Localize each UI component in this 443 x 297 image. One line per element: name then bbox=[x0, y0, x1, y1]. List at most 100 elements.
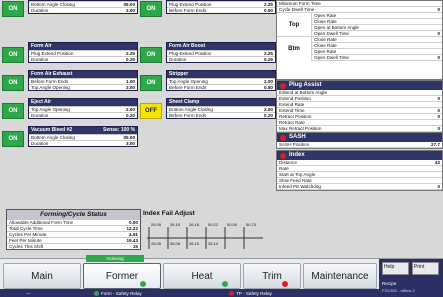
setting-box-title: Stripper bbox=[169, 71, 189, 77]
plug-assist-row-value[interactable]: 0 bbox=[437, 108, 440, 113]
setting-label: Duration bbox=[31, 113, 49, 118]
nav-maintenance-button[interactable]: Maintenance bbox=[303, 263, 377, 289]
status-strip-dash: — bbox=[26, 291, 31, 296]
setting-label: Before Form Ends bbox=[169, 8, 207, 13]
index-fail-bottom-value: 26.14 bbox=[208, 241, 219, 246]
setting-value[interactable]: 0.20 bbox=[126, 113, 135, 118]
setting-value[interactable]: 05.00 bbox=[124, 135, 136, 140]
status-strip bbox=[0, 289, 379, 297]
setting-value[interactable]: 2.00 bbox=[264, 107, 273, 112]
setting-label: Top Angle Opening bbox=[31, 85, 70, 90]
index-fail-bottom-value: 26.08 bbox=[170, 241, 181, 246]
plug-assist-row-label: Retract Rate bbox=[279, 120, 305, 125]
form-safety-relay-text: Form - Safety Relay bbox=[101, 291, 142, 296]
on-toggle-button[interactable]: ON bbox=[140, 47, 162, 63]
status-row: Cycles This Shift 15 bbox=[7, 243, 140, 249]
status-value: 15 bbox=[132, 244, 138, 249]
setting-value[interactable]: 2.25 bbox=[264, 2, 273, 7]
setting-row[interactable]: Before Form Ends 0.20 bbox=[167, 112, 275, 118]
setting-box: Plug Extend Position 2.25 Before Form Ends… bbox=[166, 0, 276, 14]
setting-value[interactable]: 2.00 bbox=[264, 79, 273, 84]
on-toggle-button[interactable]: ON bbox=[2, 131, 24, 147]
btm-section: Btm Close Rate Close Rate Open Rate Open Dw… bbox=[277, 37, 442, 61]
timing-row-value[interactable]: 0 bbox=[437, 7, 440, 12]
plug-assist-row-label: Retract Position bbox=[279, 114, 312, 119]
setting-row[interactable]: Duration 0.26 bbox=[167, 56, 275, 62]
setting-value[interactable]: 3.00 bbox=[126, 141, 135, 146]
setting-value[interactable]: 0.50 bbox=[264, 85, 273, 90]
on-toggle-button[interactable]: ON bbox=[2, 1, 24, 17]
setting-box-header: Sheet Clamp bbox=[167, 99, 275, 106]
btm-row[interactable]: Open Dwell Time 0 bbox=[312, 55, 442, 61]
plug-assist-title: Plug Assist bbox=[289, 82, 322, 88]
nav-main-button[interactable]: Main bbox=[3, 263, 81, 289]
help-button[interactable]: Help bbox=[382, 262, 409, 275]
status-value: 12.22 bbox=[126, 226, 139, 231]
index-row-value[interactable]: 43 bbox=[435, 160, 440, 165]
status-value: 4.91 bbox=[129, 232, 138, 237]
plug-assist-row-value[interactable]: 0 bbox=[437, 126, 440, 131]
setting-value[interactable]: 0.50 bbox=[264, 8, 273, 13]
setting-label: Plug Extend Position bbox=[31, 51, 74, 56]
setting-row[interactable]: Before Form Ends 0.50 bbox=[167, 84, 275, 90]
heat-status-dot-icon bbox=[222, 281, 228, 287]
setting-row[interactable]: Duration 0.25 bbox=[29, 56, 137, 62]
setting-box: Form Air Plug Extend Position 2.25 Duration… bbox=[28, 42, 138, 63]
on-toggle-button[interactable]: ON bbox=[140, 75, 162, 91]
recipe-label: Recipe bbox=[382, 281, 397, 286]
setting-value[interactable]: 1.00 bbox=[126, 79, 135, 84]
plug-assist-row-value[interactable]: 0 bbox=[437, 96, 440, 101]
setting-value[interactable]: 2.00 bbox=[126, 85, 135, 90]
setting-box-title: Sheet Clamp bbox=[169, 99, 200, 105]
setting-box-header: Form Air bbox=[29, 43, 137, 50]
on-toggle-button[interactable]: ON bbox=[2, 75, 24, 91]
setting-row[interactable]: Before Form Ends 0.50 bbox=[167, 7, 275, 13]
setting-value[interactable]: 3.00 bbox=[126, 8, 135, 13]
setting-row[interactable]: Top Angle Opening 2.00 bbox=[29, 84, 137, 90]
setting-value[interactable]: 0.20 bbox=[264, 113, 273, 118]
setting-box: Bottom Angle Closing 05.00 Duration 3.00 bbox=[28, 0, 138, 14]
btm-row-value[interactable]: 0 bbox=[437, 55, 440, 60]
setting-value[interactable]: 0.25 bbox=[126, 57, 135, 62]
plug-assist-row-label: Extend Position bbox=[279, 96, 311, 101]
nav-former-button[interactable]: Former bbox=[83, 263, 161, 289]
sash-row-label: SASH Position bbox=[279, 142, 310, 147]
status-label: Feet Per Minute bbox=[9, 238, 42, 243]
setting-box-header: Form Air Exhaust bbox=[29, 71, 137, 78]
top-row-value[interactable]: 0 bbox=[437, 31, 440, 36]
sash-row-value[interactable]: 27.7 bbox=[431, 142, 440, 147]
index-title: Index bbox=[289, 152, 305, 158]
forming-cycle-status: Forming/Cycle Status Allowable Additiona… bbox=[6, 209, 141, 250]
off-toggle-button[interactable]: OFF bbox=[140, 103, 162, 119]
indexing-indicator: Indexing bbox=[86, 255, 144, 262]
on-toggle-button[interactable]: ON bbox=[2, 47, 24, 63]
status-dot-icon bbox=[280, 82, 286, 89]
setting-row[interactable]: Duration 3.00 bbox=[29, 140, 137, 146]
setting-value[interactable]: 0.26 bbox=[264, 57, 273, 62]
setting-value[interactable]: 2.25 bbox=[264, 51, 273, 56]
setting-box-title: Form Air Exhaust bbox=[31, 71, 73, 77]
setting-value[interactable]: 2.25 bbox=[126, 51, 135, 56]
setting-value[interactable]: 2.00 bbox=[126, 107, 135, 112]
index-row-value[interactable]: 0 bbox=[437, 184, 440, 189]
index-row-label: Slow Feed Rate bbox=[279, 178, 312, 183]
nav-heat-button[interactable]: Heat bbox=[163, 263, 241, 289]
setting-row[interactable]: Duration 0.20 bbox=[29, 112, 137, 118]
on-toggle-button[interactable]: ON bbox=[140, 1, 162, 17]
index-fail-top-value: 50.22 bbox=[208, 222, 219, 227]
side-control-panel: Help Print Recipe F24-502 - rdflow-2 bbox=[379, 259, 443, 297]
setting-label: Bottom Angle Closing bbox=[31, 135, 75, 140]
nav-trim-button[interactable]: Trim bbox=[243, 263, 301, 289]
index-row[interactable]: Infeed PE Watchdog 0 bbox=[277, 184, 442, 190]
print-button[interactable]: Print bbox=[412, 262, 439, 275]
on-toggle-button[interactable]: ON bbox=[2, 103, 24, 119]
setting-row[interactable]: Duration 3.00 bbox=[29, 7, 137, 13]
sash-row[interactable]: SASH Position 27.7 bbox=[277, 142, 442, 148]
index-row-label: Distance bbox=[279, 160, 297, 165]
setting-value[interactable]: 05.00 bbox=[124, 2, 136, 7]
setting-box-title: Vacuum Bleed #2 bbox=[31, 127, 73, 133]
plug-assist-row-value[interactable]: 0 bbox=[437, 114, 440, 119]
top-section: Top Open Rate Close Rate Open at Bottom An… bbox=[277, 13, 442, 37]
setting-label: Before Form Ends bbox=[31, 79, 69, 84]
index-row-label: Rate bbox=[279, 166, 289, 171]
